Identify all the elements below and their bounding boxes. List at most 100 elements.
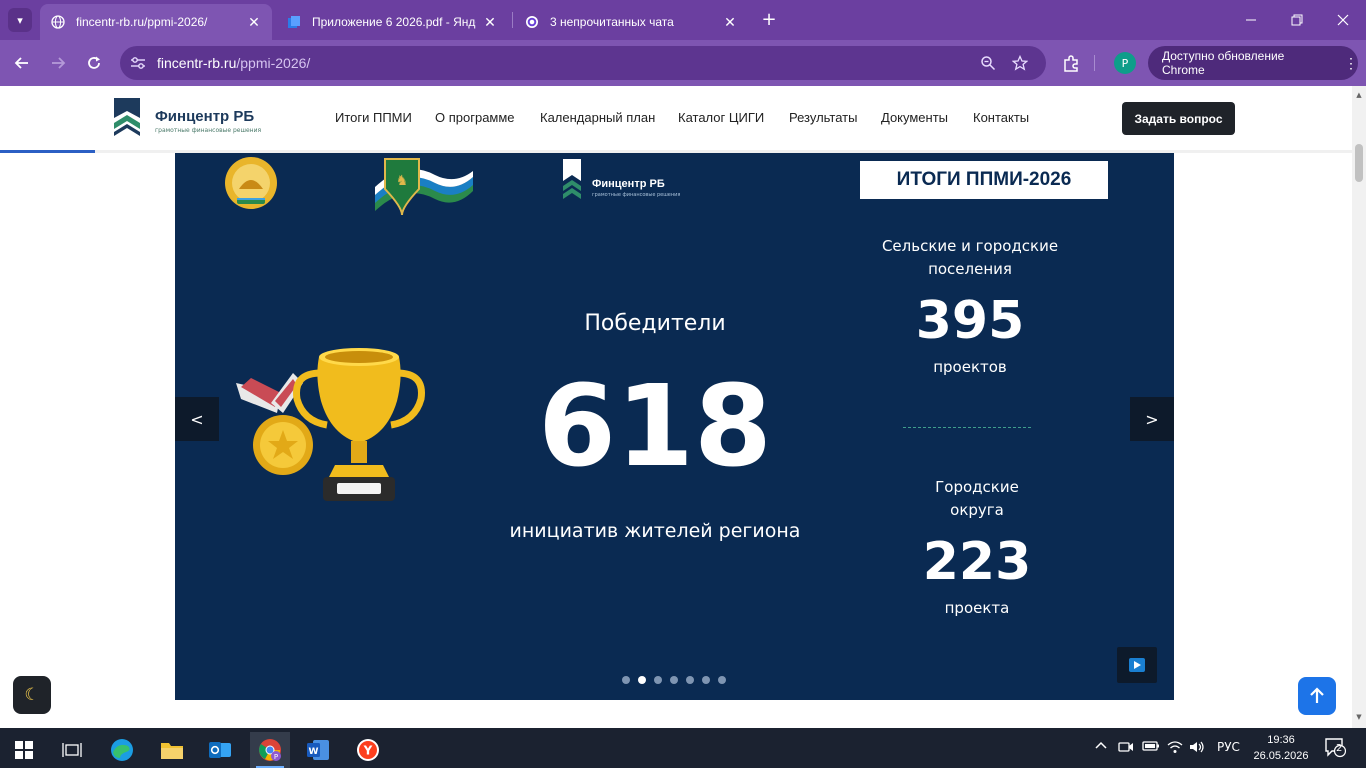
chrome-taskbar-icon[interactable]: P [250, 732, 290, 768]
slider-autoplay-button[interactable] [1117, 647, 1157, 683]
scroll-up-arrow-icon[interactable]: ▲ [1352, 88, 1366, 102]
new-tab-plus-icon[interactable]: + [758, 9, 780, 31]
messenger-icon [524, 14, 540, 30]
slider-dot[interactable] [686, 676, 694, 684]
slide-logo-tagline: грамотные финансовые решения [592, 192, 681, 198]
task-view-icon[interactable] [52, 732, 92, 768]
url-path: /ppmi-2026/ [236, 55, 311, 71]
input-language[interactable]: РУС [1217, 740, 1240, 754]
tray-expand-chevron-icon[interactable] [1094, 740, 1108, 750]
site-logo[interactable]: Финцентр РБ грамотные финансовые решения [114, 98, 274, 138]
slider-prev-button[interactable]: < [175, 397, 219, 441]
clock-time: 19:36 [1267, 734, 1295, 746]
nav-calendar-plan[interactable]: Календарный план [540, 110, 655, 125]
scroll-thumb[interactable] [1355, 144, 1363, 182]
wifi-icon[interactable] [1167, 740, 1183, 754]
word-icon[interactable]: W [298, 732, 338, 768]
restore-icon[interactable] [1274, 0, 1320, 40]
scroll-down-arrow-icon[interactable]: ▼ [1352, 710, 1366, 724]
zoom-icon[interactable] [978, 53, 998, 73]
rural-title-line-1: Сельские и городские [881, 237, 1059, 255]
trophy-medal-icon [236, 348, 425, 501]
yandex-browser-icon[interactable]: Y [348, 732, 388, 768]
nav-itogi-ppmi[interactable]: Итоги ППМИ [335, 110, 412, 125]
battery-icon[interactable] [1142, 740, 1160, 752]
ufa-flag-shield-icon: ♞ [375, 158, 473, 216]
back-arrow-icon[interactable] [8, 49, 36, 77]
nav-catalog-cigi[interactable]: Каталог ЦИГИ [678, 110, 764, 125]
browser-tab-strip: ▾ fincentr-rb.ru/ppmi-2026/ ✕ Приложение… [0, 0, 1366, 40]
slider-next-button[interactable]: > [1130, 397, 1174, 441]
address-url[interactable]: fincentr-rb.ru/ppmi-2026/ [157, 55, 310, 71]
file-explorer-icon[interactable] [152, 732, 192, 768]
slider-dot[interactable] [718, 676, 726, 684]
svg-text:W: W [309, 747, 319, 757]
nav-documents[interactable]: Документы [881, 110, 948, 125]
tab-fincentr[interactable]: fincentr-rb.ru/ppmi-2026/ ✕ [40, 4, 272, 40]
volume-icon[interactable] [1189, 740, 1205, 754]
minimize-icon[interactable] [1228, 0, 1274, 40]
page-scrollbar[interactable]: ▲ ▼ [1352, 86, 1366, 728]
tab-pdf[interactable]: Приложение 6 2026.pdf - Яндекс ✕ [276, 4, 508, 40]
nav-contacts[interactable]: Контакты [973, 110, 1029, 125]
winners-number: 618 [538, 362, 772, 492]
site-settings-icon[interactable] [128, 53, 148, 73]
stats-divider [903, 427, 1031, 428]
forward-arrow-icon[interactable] [44, 49, 72, 77]
reading-progress-fill [0, 150, 95, 153]
logo-name: Финцентр РБ [155, 108, 255, 125]
slider-dots [622, 676, 726, 684]
outlook-mail-icon[interactable] [200, 732, 240, 768]
slider-dot[interactable] [702, 676, 710, 684]
slide-logo-chevron-icon [563, 159, 581, 199]
rural-projects-number: 395 [915, 291, 1025, 351]
svg-text:P: P [274, 753, 278, 761]
close-window-icon[interactable] [1320, 0, 1366, 40]
urban-title-line-1: Городские [935, 478, 1019, 496]
profile-avatar[interactable]: P [1114, 52, 1136, 74]
logo-tagline: грамотные финансовые решения [155, 127, 262, 134]
reload-icon[interactable] [80, 49, 108, 77]
results-badge: ИТОГИ ППМИ-2026 [860, 161, 1108, 199]
address-bar[interactable]: fincentr-rb.ru/ppmi-2026/ [120, 46, 1046, 80]
slider-dot[interactable] [638, 676, 646, 684]
slider-dot[interactable] [654, 676, 662, 684]
svg-text:Y: Y [363, 744, 373, 758]
logo-chevron-icon [114, 98, 140, 136]
extensions-puzzle-icon[interactable] [1060, 52, 1082, 74]
url-domain: fincentr-rb.ru [157, 55, 237, 71]
chrome-update-button[interactable]: Доступно обновление Chrome ⋮ [1148, 46, 1358, 80]
tab-title: fincentr-rb.ru/ppmi-2026/ [76, 15, 208, 29]
nav-o-programme[interactable]: О программе [435, 110, 515, 125]
globe-icon [50, 14, 66, 30]
bashkortostan-emblem-icon [225, 157, 277, 209]
more-menu-icon: ⋮ [1344, 54, 1358, 71]
notifications-icon[interactable]: 2 [1324, 736, 1346, 758]
slide-logo: Финцентр РБ грамотные финансовые решения [563, 159, 683, 203]
dark-mode-moon-icon[interactable]: ☾ [13, 676, 51, 714]
close-tab-icon[interactable]: ✕ [722, 14, 738, 31]
edge-browser-icon[interactable] [102, 732, 142, 768]
close-tab-icon[interactable]: ✕ [246, 14, 262, 31]
close-tab-icon[interactable]: ✕ [482, 14, 498, 31]
play-icon [1129, 658, 1145, 672]
system-clock[interactable]: 19:36 26.05.2026 [1246, 732, 1316, 764]
ask-question-button[interactable]: Задать вопрос [1122, 102, 1235, 135]
urban-projects-number: 223 [922, 532, 1032, 592]
tab-search-chevron-icon[interactable]: ▾ [8, 8, 32, 32]
rural-title-line-2: поселения [928, 260, 1012, 278]
bookmark-star-icon[interactable] [1010, 53, 1030, 73]
update-label: Доступно обновление Chrome [1162, 49, 1285, 77]
document-icon [286, 14, 302, 30]
nav-results[interactable]: Результаты [789, 110, 857, 125]
urban-title-line-2: округа [950, 501, 1004, 519]
tab-chats[interactable]: 3 непрочитанных чата ✕ [514, 4, 748, 40]
scroll-to-top-arrow-icon[interactable] [1298, 677, 1336, 715]
meet-now-icon[interactable] [1118, 740, 1134, 754]
svg-text:♞: ♞ [396, 173, 409, 189]
slider-dot[interactable] [622, 676, 630, 684]
windows-start-icon[interactable] [4, 732, 44, 768]
clock-date: 26.05.2026 [1253, 750, 1309, 762]
slider-dot[interactable] [670, 676, 678, 684]
urban-districts-title: Городские округа [867, 476, 1087, 522]
